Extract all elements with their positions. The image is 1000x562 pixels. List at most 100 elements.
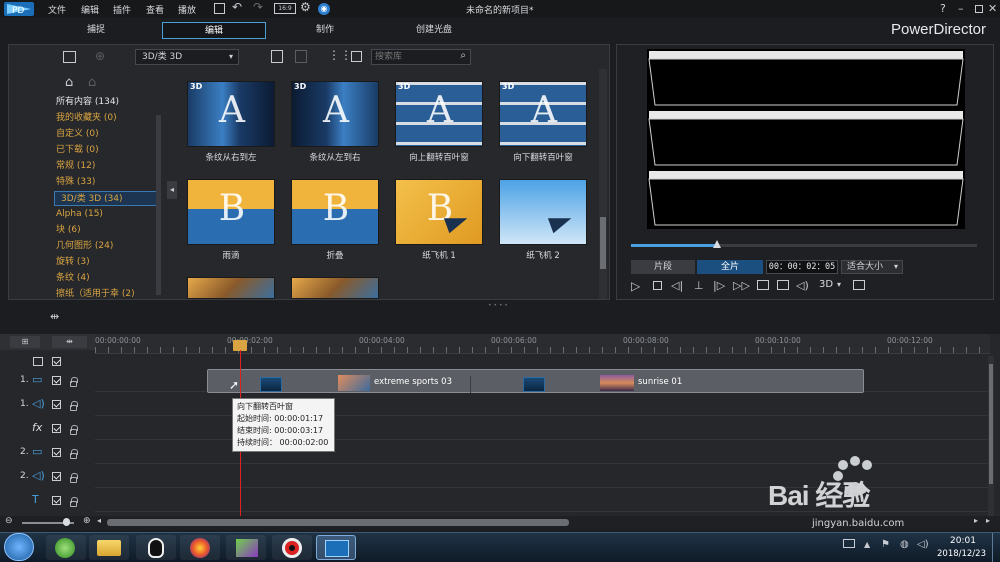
taskbar-firefox[interactable] [180,535,220,560]
scroll-right-icon[interactable]: ▸ [974,516,978,525]
category-item[interactable]: 旋转 (3) [56,255,90,270]
expand-right-icon[interactable]: ▸ [986,516,990,525]
grid-scrollbar-track[interactable] [599,69,607,299]
transition-label[interactable]: 向下翻转百叶窗 [488,151,598,163]
transition-thumbnail[interactable] [499,179,587,245]
track-lock-icon[interactable] [70,425,78,435]
transition-thumbnail[interactable]: B [187,179,275,245]
transition-thumbnail[interactable]: B [291,179,379,245]
timeline-fit-icon[interactable]: ⇹ [50,310,59,323]
clip-mode-button[interactable]: 片段 [631,260,695,274]
show-desktop-button[interactable] [992,533,1000,562]
zoom-out-icon[interactable]: ⊖ [5,516,13,526]
grid-view-icon[interactable]: ⋮⋮ [328,48,352,62]
scrub-track[interactable] [631,240,977,248]
category-item[interactable]: 自定义 (0) [56,127,99,142]
track-lock-icon[interactable] [70,401,78,411]
chevron-down-icon[interactable]: ▾ [837,280,841,289]
tab-capture[interactable]: 捕捉 [66,22,126,39]
track-enable-checkbox[interactable] [52,496,61,505]
clock-time[interactable]: 20:01 [950,536,976,546]
notification-icon[interactable]: ◉ [318,3,330,15]
menu-file[interactable]: 文件 [48,3,66,16]
transition-label[interactable]: 条纹从左到右 [280,151,390,163]
taskbar-camtasia[interactable] [226,535,266,560]
undock-icon[interactable] [853,280,865,290]
taskbar-explorer[interactable] [89,535,129,560]
add-to-timeline-icon[interactable] [271,50,283,63]
transition-thumbnail[interactable]: A 3D [395,81,483,147]
help-button[interactable]: ? [940,2,946,15]
save-icon[interactable] [214,3,225,14]
add-tag-icon[interactable]: ⌂ [65,75,73,90]
clock-date[interactable]: 2018/12/23 [937,549,986,559]
category-item[interactable]: 3D/类 3D (34) [54,191,158,206]
clip-label-extreme-sports[interactable]: extreme sports 03 [374,377,452,387]
fit-size-select[interactable]: 适合大小 ▾ [841,260,903,274]
transition-thumbnail[interactable] [291,277,379,299]
track-lane[interactable] [95,394,988,416]
menu-plugins[interactable]: 插件 [113,3,131,16]
search-box[interactable]: ⌕ [371,49,471,65]
mark-in-icon[interactable]: ⊥ [694,279,704,292]
category-item[interactable]: Alpha (15) [56,207,103,222]
track-enable-checkbox[interactable] [52,424,61,433]
grid-scrollbar-thumb[interactable] [600,217,606,269]
clip-thumb-extreme[interactable] [338,375,370,391]
taskbar-recorder[interactable] [272,535,312,560]
next-frame-icon[interactable]: |▷ [713,279,725,292]
menu-view[interactable]: 查看 [146,3,164,16]
transition-label[interactable]: 雨滴 [176,249,286,261]
zoom-in-icon[interactable]: ⊕ [83,516,91,526]
category-item[interactable]: 条纹 (4) [56,271,90,286]
transition-thumbnail[interactable] [187,277,275,299]
taskbar-powerdirector[interactable] [316,535,356,560]
track-lock-icon[interactable] [70,449,78,459]
track-enable-checkbox[interactable] [52,376,61,385]
clip-thumb-transition-2[interactable] [523,377,545,392]
track-manager-icon[interactable]: ⊞ [10,336,40,348]
fit-timeline-icon[interactable]: ⇹ [52,336,87,348]
expand-icon[interactable] [351,51,362,62]
search-input[interactable] [372,50,450,64]
clip-thumb-sunrise[interactable] [600,375,634,391]
zoom-handle[interactable] [63,518,70,526]
collapse-panel-icon[interactable]: ◂ [167,181,177,199]
panel-splitter[interactable]: • • • • [488,302,508,309]
timeline-vscroll-thumb[interactable] [989,364,993,484]
play-icon[interactable]: ▷ [631,279,640,293]
subtitle-icon[interactable] [777,280,789,290]
track-lock-icon[interactable] [70,497,78,507]
menu-edit[interactable]: 编辑 [81,3,99,16]
category-item[interactable]: 常规 (12) [56,159,95,174]
minimize-icon[interactable]: – [958,2,964,15]
track-lane[interactable] [95,418,988,440]
import-icon[interactable] [63,51,76,63]
category-item[interactable]: 所有内容 (134) [56,95,119,110]
search-icon[interactable]: ⌕ [460,50,466,61]
close-icon[interactable]: ✕ [988,2,997,15]
tray-network-icon[interactable]: ◍ [900,539,909,550]
transition-label[interactable]: 纸飞机 1 [384,249,494,261]
transition-label[interactable]: 条纹从右到左 [176,151,286,163]
category-item[interactable]: 已下载 (0) [56,143,99,158]
tray-expand-icon[interactable]: ▲ [864,540,870,549]
movie-mode-button[interactable]: 全片 [697,260,763,274]
transition-label[interactable]: 折叠 [280,249,390,261]
transition-label[interactable]: 纸飞机 2 [488,249,598,261]
enable-all-checkbox[interactable] [52,357,61,366]
tab-edit[interactable]: 编辑 [162,22,266,39]
track-enable-checkbox[interactable] [52,448,61,457]
maximize-icon[interactable] [975,5,983,13]
transition-thumbnail[interactable]: B [395,179,483,245]
category-scrollbar[interactable] [156,115,161,295]
fast-forward-icon[interactable]: ▷▷ [733,279,750,292]
track-lock-icon[interactable] [70,377,78,387]
menu-play[interactable]: 播放 [178,3,196,16]
undo-icon[interactable]: ↶ [232,0,242,14]
category-item[interactable]: 块 (6) [56,223,81,238]
track-lock-icon[interactable] [70,473,78,483]
clip-thumb-transition-1[interactable] [260,377,282,392]
tray-flag-icon[interactable]: ⚑ [881,539,890,550]
category-item[interactable]: 擦纸（适用于幸 (2) [56,287,135,302]
